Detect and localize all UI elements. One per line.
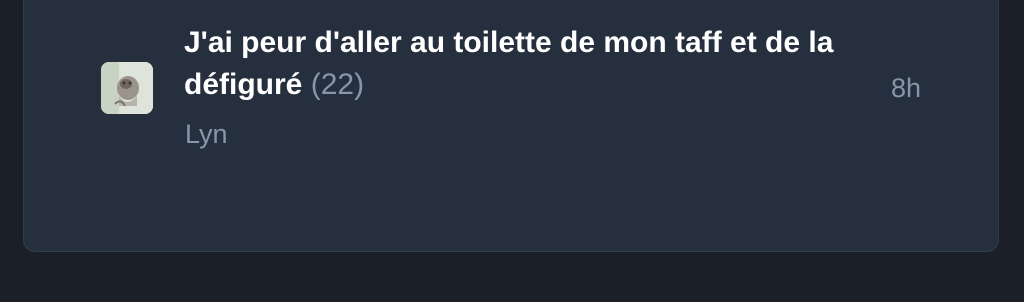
topic-title-block[interactable]: J'ai peur d'aller au toilette de mon taf… xyxy=(184,22,864,106)
topic-list-item[interactable]: J'ai peur d'aller au toilette de mon taf… xyxy=(0,0,1024,160)
topic-time: 8h xyxy=(891,73,922,103)
user-avatar-icon[interactable] xyxy=(101,62,153,114)
topic-author[interactable]: Lyn xyxy=(185,116,228,152)
topic-title[interactable]: J'ai peur d'aller au toilette de mon taf… xyxy=(184,26,833,101)
reply-count: (22) xyxy=(310,68,365,101)
